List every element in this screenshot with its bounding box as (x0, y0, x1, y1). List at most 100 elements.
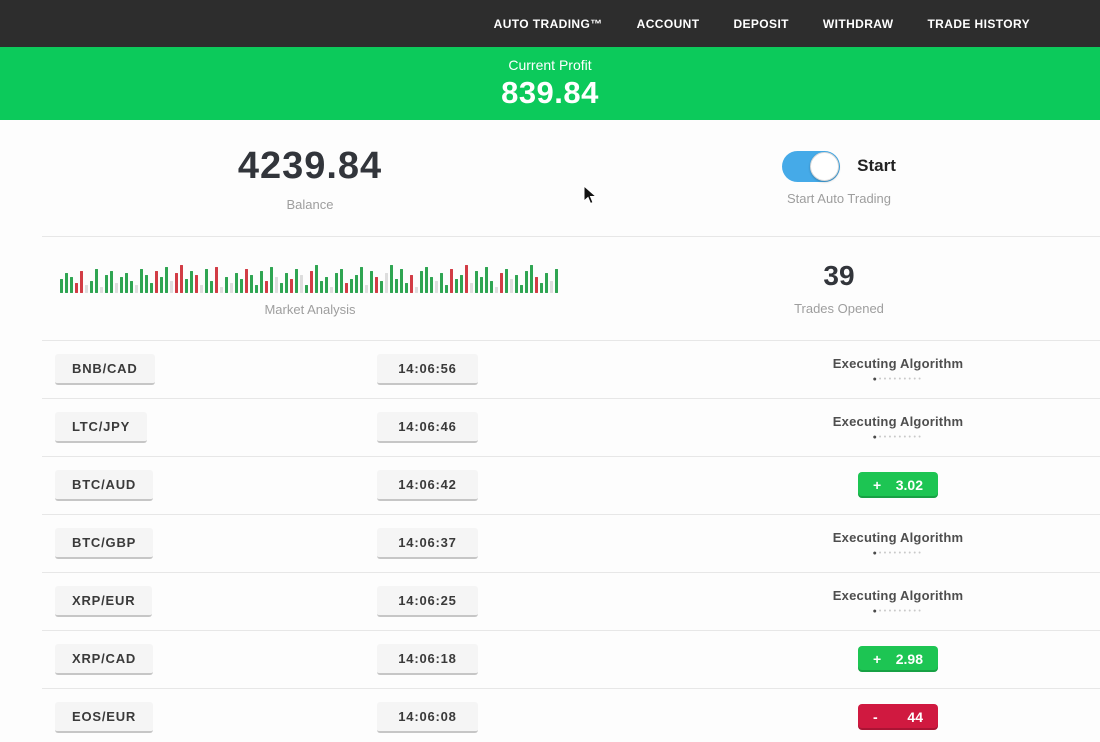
chart-bar (210, 281, 213, 293)
executing-status: Executing Algorithm ●••••••••• (833, 356, 963, 383)
chart-bar (110, 271, 113, 293)
nav-item-account[interactable]: ACCOUNT (637, 17, 700, 31)
chart-bar (440, 273, 443, 293)
chart-bar (150, 283, 153, 293)
table-row: BNB/CAD 14:06:56 Executing Algorithm ●••… (0, 340, 1100, 398)
toggle-label: Start (857, 156, 896, 176)
chart-bar (115, 283, 118, 293)
chart-bar (375, 277, 378, 293)
time-badge: 14:06:25 (377, 586, 477, 617)
chart-bar (545, 273, 548, 293)
chart-bar (235, 273, 238, 293)
chart-bar (360, 267, 363, 293)
progress-dots: ●••••••••• (833, 432, 963, 441)
market-analysis-chart (60, 259, 560, 293)
chart-bar (345, 283, 348, 293)
progress-dots: ●••••••••• (833, 374, 963, 383)
chart-bar (350, 279, 353, 293)
nav-item-trade-history[interactable]: TRADE HISTORY (927, 17, 1030, 31)
pair-badge: XRP/CAD (55, 644, 153, 675)
chart-bar (370, 271, 373, 293)
chart-bar (225, 277, 228, 293)
chart-bar (95, 269, 98, 293)
chart-bar (505, 269, 508, 293)
chart-bar (445, 285, 448, 293)
current-profit-banner: Current Profit 839.84 (0, 47, 1100, 120)
chart-bar (425, 267, 428, 293)
market-analysis-section: Market Analysis 39 Trades Opened (0, 236, 1100, 340)
chart-bar (185, 279, 188, 293)
chart-bar (290, 279, 293, 293)
chart-bar (530, 265, 533, 293)
chart-bar (155, 271, 158, 293)
chart-bar (485, 267, 488, 293)
result-value: 44 (907, 709, 923, 725)
table-row: LTC/JPY 14:06:46 Executing Algorithm ●••… (0, 398, 1100, 456)
balance-label: Balance (287, 197, 334, 212)
chart-bar (205, 269, 208, 293)
progress-dots: ●••••••••• (833, 606, 963, 615)
result-sign: - (873, 709, 878, 725)
chart-bar (200, 285, 203, 293)
chart-bar (320, 281, 323, 293)
table-row: BTC/GBP 14:06:37 Executing Algorithm ●••… (0, 514, 1100, 572)
chart-bar (405, 283, 408, 293)
chart-bar (430, 277, 433, 293)
chart-bar (305, 285, 308, 293)
chart-bar (265, 281, 268, 293)
time-badge: 14:06:46 (377, 412, 477, 443)
chart-bar (135, 285, 138, 293)
chart-bar (105, 275, 108, 293)
chart-bar (230, 283, 233, 293)
executing-status: Executing Algorithm ●••••••••• (833, 414, 963, 441)
chart-bar (515, 275, 518, 293)
chart-bar (100, 287, 103, 293)
executing-label: Executing Algorithm (833, 530, 963, 545)
chart-bar (395, 279, 398, 293)
pair-badge: EOS/EUR (55, 702, 153, 733)
result-value: 2.98 (896, 651, 923, 667)
executing-status: Executing Algorithm ●••••••••• (833, 588, 963, 615)
chart-bar (70, 277, 73, 293)
top-navbar: AUTO TRADING™ ACCOUNT DEPOSIT WITHDRAW TRADE… (0, 0, 1100, 47)
chart-bar (125, 273, 128, 293)
time-badge: 14:06:18 (377, 644, 477, 675)
chart-bar (410, 275, 413, 293)
nav-menu: AUTO TRADING™ ACCOUNT DEPOSIT WITHDRAW TRADE… (494, 17, 1030, 31)
pair-badge: XRP/EUR (55, 586, 152, 617)
chart-bar (450, 269, 453, 293)
trades-opened-value: 39 (823, 260, 854, 292)
chart-bar (330, 287, 333, 293)
result-badge: + 2.98 (858, 646, 938, 672)
chart-bar (85, 285, 88, 293)
nav-item-withdraw[interactable]: WITHDRAW (823, 17, 894, 31)
auto-trading-toggle[interactable] (782, 151, 840, 182)
chart-bar (365, 285, 368, 293)
chart-bar (245, 269, 248, 293)
chart-bar (460, 275, 463, 293)
executing-label: Executing Algorithm (833, 588, 963, 603)
chart-bar (415, 287, 418, 293)
chart-bar (280, 283, 283, 293)
market-analysis-label: Market Analysis (264, 302, 355, 317)
table-row: XRP/CAD 14:06:18 + 2.98 (0, 630, 1100, 688)
chart-bar (90, 281, 93, 293)
chart-bar (130, 281, 133, 293)
progress-dots: ●••••••••• (833, 548, 963, 557)
nav-item-deposit[interactable]: DEPOSIT (733, 17, 788, 31)
chart-bar (435, 281, 438, 293)
chart-bar (500, 273, 503, 293)
chart-bar (380, 281, 383, 293)
chart-bar (295, 269, 298, 293)
chart-bar (140, 269, 143, 293)
nav-item-auto-trading[interactable]: AUTO TRADING™ (494, 17, 603, 31)
chart-bar (215, 267, 218, 293)
chart-bar (475, 271, 478, 293)
balance-value: 4239.84 (238, 145, 382, 188)
chart-bar (385, 273, 388, 293)
result-sign: + (873, 477, 881, 493)
chart-bar (190, 271, 193, 293)
chart-bar (60, 279, 63, 293)
chart-bar (510, 279, 513, 293)
trades-table: BNB/CAD 14:06:56 Executing Algorithm ●••… (0, 340, 1100, 742)
